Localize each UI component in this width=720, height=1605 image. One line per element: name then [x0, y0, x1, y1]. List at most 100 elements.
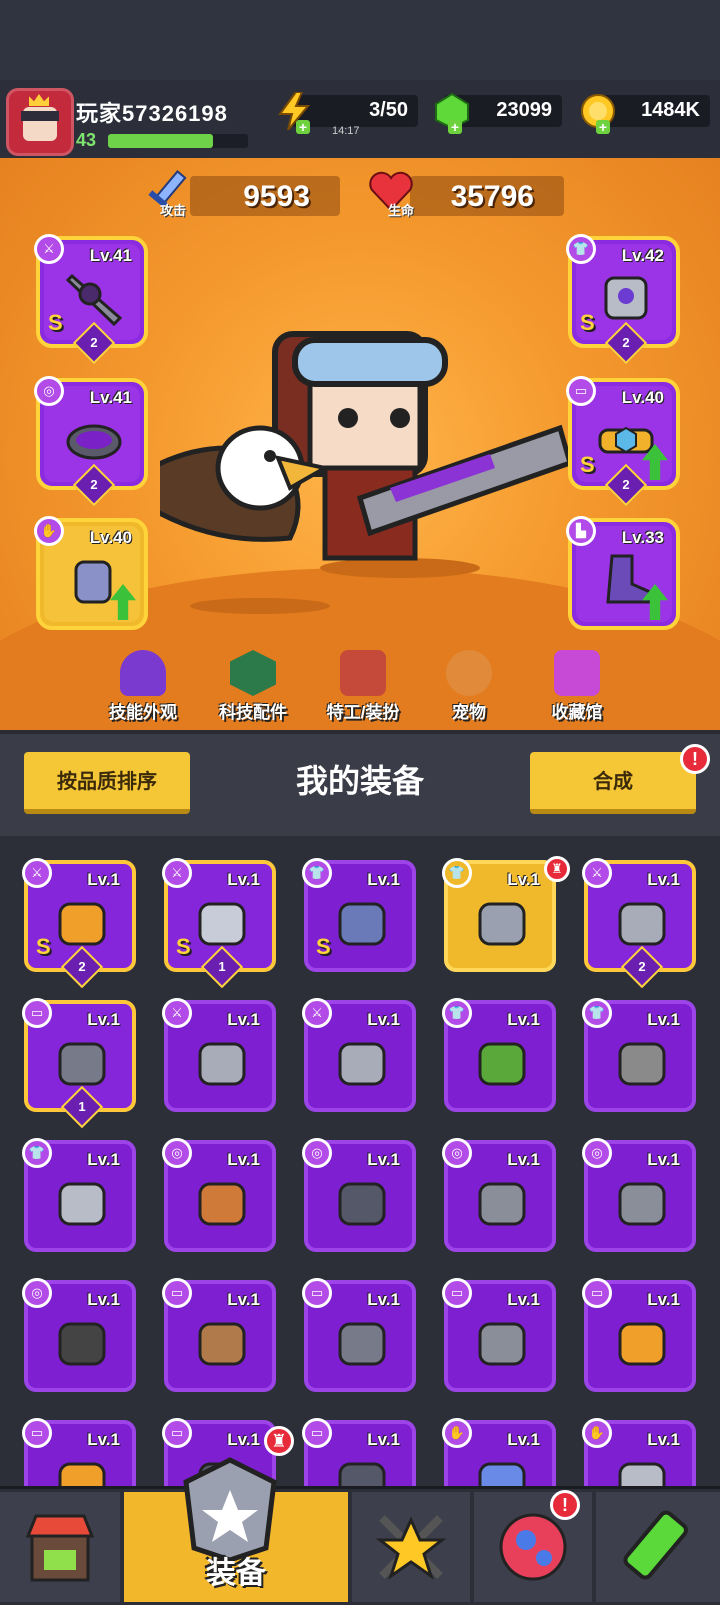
item-level: Lv.1 — [227, 1290, 260, 1309]
item-level: Lv.1 — [227, 1150, 260, 1169]
add-gems-button[interactable]: + — [448, 120, 462, 134]
vest-art — [478, 902, 526, 946]
menu-agent-costume[interactable]: 特工/装扮 — [308, 650, 418, 730]
item-level: Lv.1 — [647, 1290, 680, 1309]
item-level: Lv.1 — [507, 1290, 540, 1309]
add-energy-button[interactable]: + — [296, 120, 310, 134]
inventory-item-weapon[interactable]: ⚔ Lv.1 2 — [582, 858, 696, 989]
belt-art — [598, 426, 654, 454]
item-level: Lv.1 — [87, 1290, 120, 1309]
inventory-item-necklace[interactable]: ◎ Lv.1 — [22, 1278, 136, 1392]
inventory-item-necklace[interactable]: ◎ Lv.1 — [582, 1138, 696, 1252]
item-level: Lv.1 — [647, 1430, 680, 1449]
item-level: Lv.1 — [227, 870, 260, 889]
inventory-item-belt[interactable]: ▭ Lv.1 — [162, 1278, 276, 1392]
inventory-item-belt[interactable]: ▭ Lv.1 — [442, 1278, 556, 1392]
weapon-icon: ⚔ — [34, 234, 64, 264]
armor-icon: 👕 — [442, 858, 472, 888]
menu-collection[interactable]: 收藏馆 — [522, 650, 632, 730]
belt-icon: ▭ — [22, 998, 52, 1028]
necklace-icon: ◎ — [442, 1138, 472, 1168]
inventory-item-belt[interactable]: ▭ Lv.1 — [22, 1418, 136, 1486]
equipped-necklace-slot[interactable]: ◎ Lv.41 2 — [34, 376, 148, 507]
belt-icon: ▭ — [302, 1418, 332, 1448]
belt-star-art — [338, 1322, 386, 1366]
inventory-item-armor[interactable]: 👕 Lv.1 — [582, 998, 696, 1112]
item-level: Lv.1 — [647, 1010, 680, 1029]
inventory-item-belt[interactable]: ▭ Lv.1 — [582, 1278, 696, 1392]
belt-icon: ▭ — [302, 1278, 332, 1308]
inventory-item-armor[interactable]: 👕 Lv.1 S — [302, 858, 416, 972]
nav-shop[interactable] — [0, 1492, 120, 1602]
inventory-item-glove[interactable]: ✋ Lv.1 — [442, 1418, 556, 1486]
stone-armor-art — [618, 1042, 666, 1086]
inventory-item-armor[interactable]: 👕 Lv.1 ♜ — [442, 856, 570, 972]
claw-glove-art — [478, 1462, 526, 1486]
weapon-icon: ⚔ — [22, 858, 52, 888]
inventory-item-weapon[interactable]: ⚔ Lv.1 — [162, 998, 276, 1112]
hex-belt-art — [58, 1462, 106, 1486]
planet-icon — [499, 1513, 567, 1581]
belt-icon: ▭ — [22, 1418, 52, 1448]
crown-icon — [29, 94, 49, 106]
add-gold-button[interactable]: + — [596, 120, 610, 134]
item-level: Lv.1 — [367, 870, 400, 889]
gem-necklace-art — [478, 1182, 526, 1226]
kunai-art — [338, 1042, 386, 1086]
kunai-art — [198, 1042, 246, 1086]
player-name: 玩家57326198 — [76, 101, 228, 126]
tech-part-icon — [230, 650, 276, 696]
glove-icon: ✋ — [582, 1418, 612, 1448]
equipped-armor-slot[interactable]: 👕 Lv.42 S 2 — [566, 234, 680, 365]
item-level: Lv.1 — [367, 1430, 400, 1449]
inventory-item-belt[interactable]: ▭ Lv.1 1 — [22, 998, 136, 1129]
item-level: Lv.1 — [87, 1150, 120, 1169]
sort-by-quality-button[interactable]: 按品质排序 — [24, 752, 190, 814]
item-level: Lv.1 — [507, 1010, 540, 1029]
hp-label: 生命 — [388, 203, 415, 218]
nav-planet[interactable]: ! — [474, 1490, 592, 1602]
item-level: Lv.1 — [507, 1150, 540, 1169]
item-level: Lv.1 — [507, 870, 540, 889]
inventory-item-weapon[interactable]: ⚔ Lv.1 S 1 — [162, 858, 276, 989]
necklace-icon: ◎ — [302, 1138, 332, 1168]
belt-icon: ▭ — [162, 1418, 192, 1448]
collection-icon — [554, 650, 600, 696]
equipped-glove-slot[interactable]: ✋ Lv.40 — [34, 516, 148, 630]
leaf-armor-art — [478, 1042, 526, 1086]
inventory-item-weapon[interactable]: ⚔ Lv.1 S 2 — [22, 858, 136, 989]
inventory-item-armor[interactable]: 👕 Lv.1 — [442, 998, 556, 1112]
new-item-badge-icon: ♜ — [544, 856, 570, 882]
pet-icon — [446, 650, 492, 696]
player-avatar[interactable] — [6, 88, 74, 156]
nav-battle[interactable] — [352, 1492, 470, 1602]
belt-icon: ▭ — [582, 1278, 612, 1308]
menu-tech-parts[interactable]: 科技配件 — [198, 650, 308, 730]
inventory-item-necklace[interactable]: ◎ Lv.1 — [302, 1138, 416, 1252]
belt-star-art — [58, 1042, 106, 1086]
belt-icon: ▭ — [442, 1278, 472, 1308]
equipped-boots-slot[interactable]: ▙ Lv.33 — [566, 516, 680, 630]
inventory-item-belt[interactable]: ▭ Lv.1 — [302, 1418, 416, 1486]
inventory-item-necklace[interactable]: ◎ Lv.1 — [162, 1138, 276, 1252]
menu-skill-skin[interactable]: 技能外观 — [88, 650, 198, 730]
glove-icon: ✋ — [34, 516, 64, 546]
equipped-weapon-slot[interactable]: ⚔ Lv.41 S 2 — [34, 234, 148, 365]
merge-alert-badge: ! — [680, 744, 710, 774]
armor-icon: 👕 — [22, 1138, 52, 1168]
nav-lab[interactable] — [596, 1492, 720, 1602]
inventory-item-belt[interactable]: ▭ Lv.1 — [302, 1278, 416, 1392]
player-level: 43 — [76, 130, 97, 150]
inventory-item-weapon[interactable]: ⚔ Lv.1 — [302, 998, 416, 1112]
equipped-belt-slot[interactable]: ▭ Lv.40 S 2 — [566, 376, 680, 507]
inventory-item-glove[interactable]: ✋ Lv.1 — [582, 1418, 696, 1486]
fang-necklace-art — [198, 1182, 246, 1226]
merge-button[interactable]: 合成 — [530, 752, 696, 814]
armor-icon: 👕 — [302, 858, 332, 888]
necklace-icon: ◎ — [22, 1278, 52, 1308]
menu-pet[interactable]: 宠物 — [414, 650, 524, 730]
inventory-item-necklace[interactable]: ◎ Lv.1 — [442, 1138, 556, 1252]
inventory-item-armor[interactable]: 👕 Lv.1 — [22, 1138, 136, 1252]
weapon-art — [65, 273, 123, 327]
nav-equipment[interactable]: ♜ 装备 — [124, 1426, 348, 1602]
